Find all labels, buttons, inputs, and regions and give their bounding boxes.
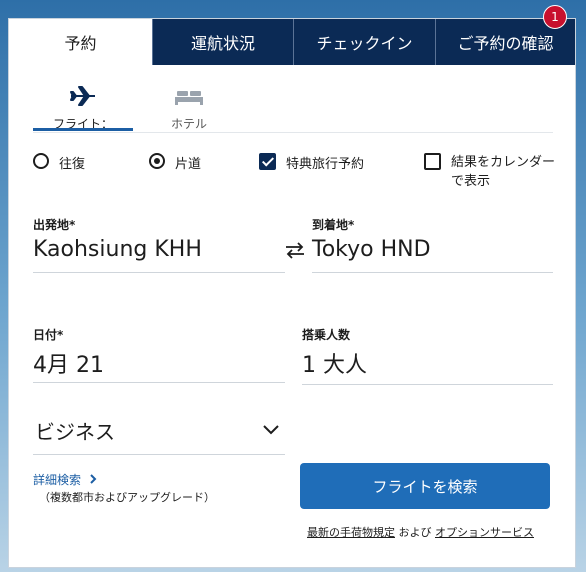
origin-underline — [33, 272, 285, 273]
date-input[interactable]: 4月 21 — [33, 347, 104, 379]
main-tabs: 予約 運航状況 チェックイン ご予約の確認 1 — [9, 5, 575, 65]
date-label: 日付* — [33, 328, 64, 342]
destination-input[interactable]: Tokyo HND — [312, 237, 431, 262]
mode-flight[interactable]: フライト： — [33, 85, 133, 132]
checkbox-calendar-view[interactable]: 結果をカレンダーで表示 — [424, 153, 564, 191]
tab-check-in-label: チェックイン — [316, 34, 413, 53]
notification-badge: 1 — [543, 5, 567, 29]
active-mode-indicator — [33, 128, 133, 131]
radio-oneway-control[interactable] — [149, 153, 165, 169]
checkbox-calendar-view-control[interactable] — [424, 153, 441, 170]
airplane-icon — [70, 86, 95, 106]
radio-oneway-label: 片道 — [175, 157, 202, 172]
checkbox-award-travel-control[interactable] — [259, 153, 276, 170]
origin-label: 出発地* — [33, 218, 76, 232]
passengers-underline — [302, 384, 553, 385]
swap-icon[interactable] — [284, 239, 306, 261]
radio-oneway[interactable]: 片道 — [149, 153, 201, 172]
tab-flight-status[interactable]: 運航状況 — [152, 19, 293, 65]
origin-input[interactable]: Kaohsiung KHH — [33, 237, 202, 262]
cabin-underline — [33, 454, 285, 455]
passengers-label: 搭乗人数 — [302, 328, 351, 342]
advanced-search-link[interactable]: 詳細検索 — [33, 471, 98, 488]
search-flights-button[interactable]: フライトを検索 — [300, 463, 550, 509]
tab-my-trips[interactable]: ご予約の確認 1 — [435, 5, 575, 65]
tab-check-in[interactable]: チェックイン — [293, 19, 435, 65]
advanced-search-label: 詳細検索 — [33, 473, 82, 487]
chevron-down-icon — [263, 425, 279, 435]
tab-book[interactable]: 予約 — [9, 19, 152, 65]
footer-and: および — [395, 526, 435, 539]
tab-flight-status-label: 運航状況 — [190, 34, 255, 53]
chevron-right-icon — [90, 474, 97, 484]
booking-widget: 予約 運航状況 チェックイン ご予約の確認 1 フライト： ホテル 往復 片道 — [8, 5, 576, 568]
radio-roundtrip-control[interactable] — [33, 153, 49, 169]
bed-icon — [175, 91, 203, 105]
checkbox-award-travel-label: 特典旅行予約 — [286, 157, 365, 172]
checkbox-calendar-view-label: 結果をカレンダーで表示 — [451, 155, 556, 189]
destination-underline — [312, 272, 553, 273]
tab-book-label: 予約 — [64, 34, 97, 53]
optional-services-link[interactable]: オプションサービス — [435, 526, 534, 539]
radio-roundtrip[interactable]: 往復 — [33, 153, 85, 172]
divider — [33, 132, 553, 133]
passengers-input[interactable]: 1 大人 — [302, 347, 367, 379]
mode-hotel[interactable]: ホテル — [139, 85, 239, 132]
mode-hotel-label: ホテル — [170, 117, 207, 131]
advanced-search-note: （複数都市およびアップグレード） — [39, 491, 215, 504]
tab-my-trips-label: ご予約の確認 — [457, 34, 554, 53]
footer-links: 最新の手荷物規定 および オプションサービス — [307, 524, 534, 540]
cabin-select[interactable]: ビジネス — [33, 416, 286, 456]
baggage-policy-link[interactable]: 最新の手荷物規定 — [307, 526, 395, 539]
checkbox-award-travel[interactable]: 特典旅行予約 — [259, 153, 364, 172]
cabin-select-value: ビジネス — [35, 420, 115, 444]
destination-label: 到着地* — [312, 218, 355, 232]
date-underline — [33, 382, 285, 383]
radio-roundtrip-label: 往復 — [59, 157, 86, 172]
